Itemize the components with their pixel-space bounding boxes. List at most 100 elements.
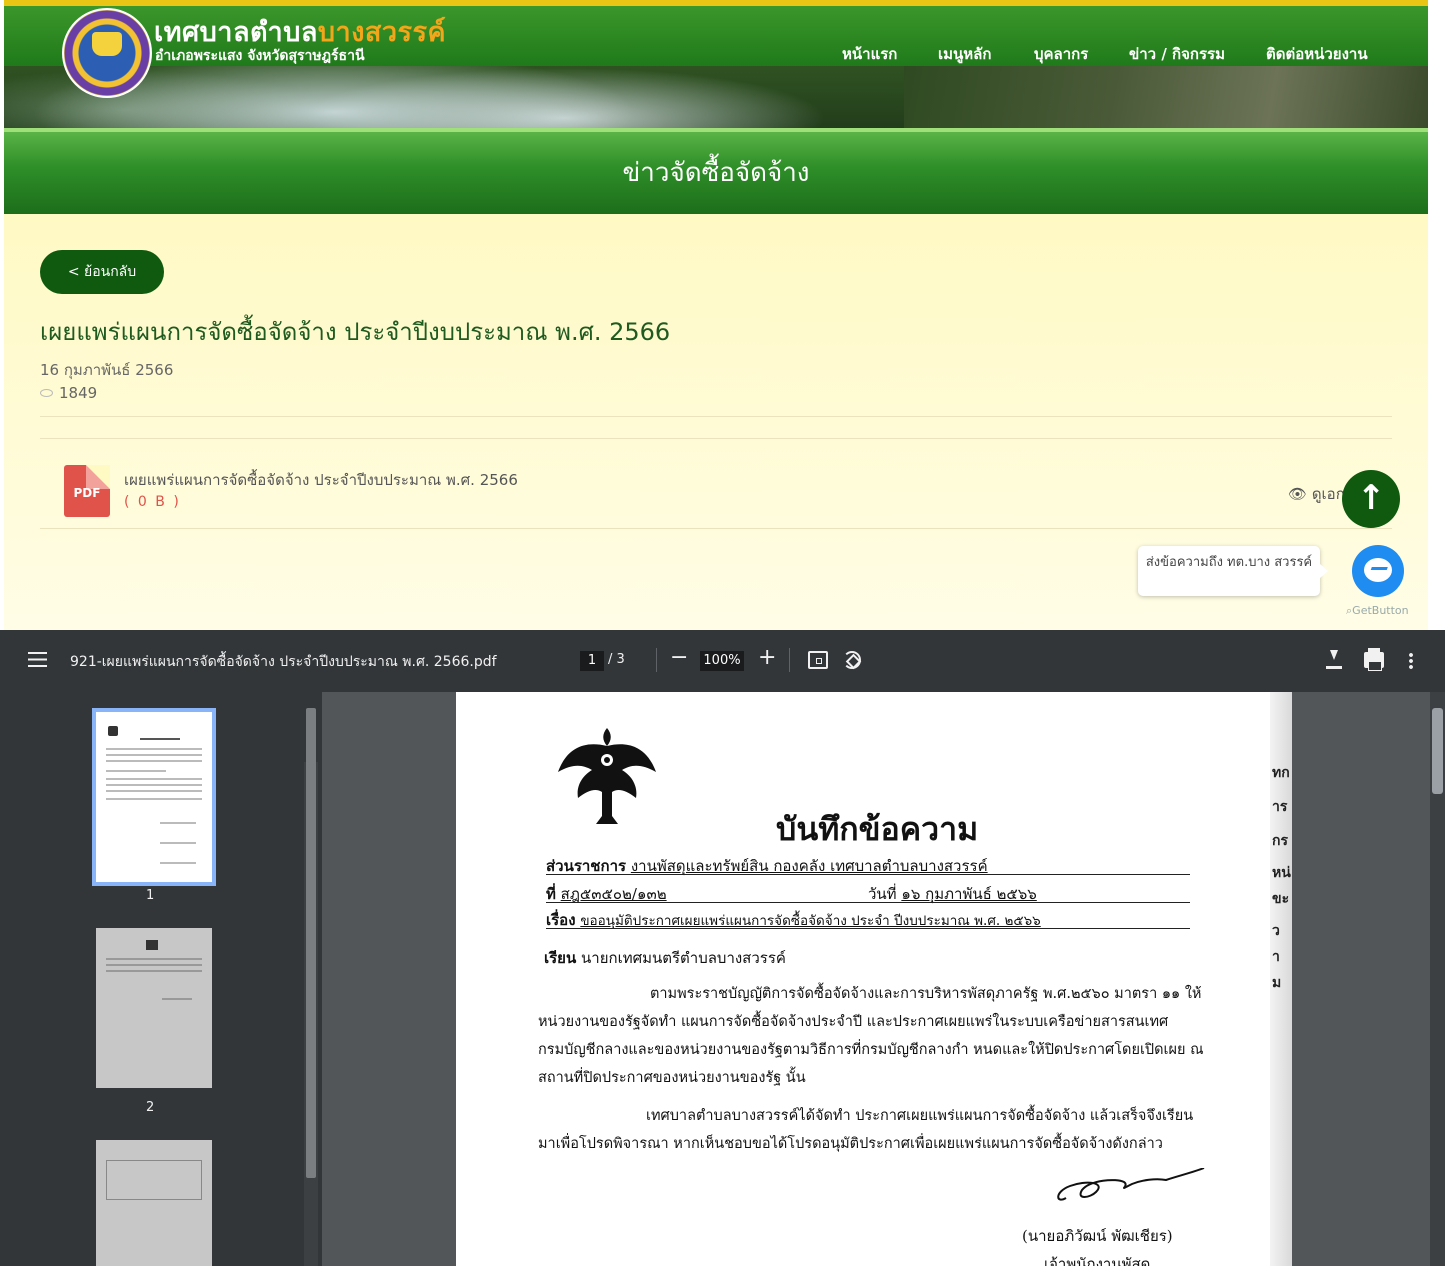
page-thumbnail[interactable] bbox=[96, 1140, 212, 1266]
thumb-line bbox=[160, 842, 196, 844]
adjacent-page-text: า bbox=[1272, 949, 1280, 965]
paragraph-line: ตามพระราชบัญญัติการจัดซื้อจัดจ้างและการบ… bbox=[650, 986, 1202, 1002]
messenger-chat-button[interactable] bbox=[1352, 545, 1404, 597]
article-title: เผยแพร่แผนการจัดซื้อจัดจ้าง ประจำปีงบประ… bbox=[40, 318, 671, 346]
paragraph-line: สถานที่ปิดประกาศของหน่วยงานของรัฐ นั้น bbox=[538, 1070, 806, 1086]
adjacent-page-text: หน่ bbox=[1272, 865, 1291, 881]
thumb-line bbox=[106, 778, 202, 780]
back-button[interactable]: < ย้อนกลับ bbox=[40, 250, 164, 294]
view-document-label: ดูเอก bbox=[1311, 485, 1345, 503]
view-count: 1849 bbox=[40, 384, 97, 402]
thumb-line bbox=[106, 760, 202, 762]
nav-home[interactable]: หน้าแรก bbox=[842, 42, 897, 66]
thumb-line bbox=[106, 958, 202, 960]
memo-paragraph-2: เทศบาลตำบลบางสวรรค์ได้จัดทำ ประกาศเผยแพร… bbox=[538, 1102, 1218, 1158]
site-subtitle: อำเภอพระแสง จังหวัดสุราษฎร์ธานี bbox=[155, 48, 365, 64]
thumb-table bbox=[106, 1160, 202, 1200]
divider bbox=[40, 438, 1392, 439]
thumbnail-scrollbar-thumb[interactable] bbox=[306, 708, 316, 1178]
adjacent-page-text: ม bbox=[1272, 975, 1282, 991]
thumb-line bbox=[140, 738, 180, 740]
thumb-line bbox=[160, 862, 196, 864]
thumb-line bbox=[106, 748, 202, 750]
date-value: ๑๖ กุมภาพันธ์ ๒๕๖๖ bbox=[901, 885, 1037, 903]
page-number-input[interactable]: 1 bbox=[580, 651, 604, 671]
page-thumbnail[interactable] bbox=[92, 708, 216, 886]
thumb-line bbox=[106, 770, 166, 772]
toolbar-divider bbox=[789, 648, 790, 672]
chat-prompt-bubble[interactable]: ส่งข้อความถึง ทต.บาง สวรรค์ bbox=[1138, 546, 1328, 596]
thumb-line bbox=[160, 822, 196, 824]
to-value: นายกเทศมนตรีตำบลบางสวรรค์ bbox=[581, 949, 786, 967]
site-title-accent: บางสวรรค์ bbox=[317, 17, 447, 48]
paragraph-line: เทศบาลตำบลบางสวรรค์ได้จัดทำ ประกาศเผยแพร… bbox=[646, 1108, 1194, 1124]
paragraph-line: มาเพื่อโปรดพิจารณา หากเห็นชอบขอได้โปรดอน… bbox=[538, 1136, 1163, 1152]
thumb-line bbox=[106, 970, 202, 972]
document-scrollbar-thumb[interactable] bbox=[1432, 708, 1443, 794]
scroll-to-top-button[interactable]: ↑ bbox=[1342, 470, 1400, 528]
pdf-viewer: 921-เผยแพร่แผนการจัดซื้อจัดจ้าง ประจำปีง… bbox=[0, 630, 1445, 1266]
attachment-size: ( 0 B ) bbox=[124, 494, 181, 510]
nav-personnel[interactable]: บุคลากร bbox=[1034, 42, 1088, 66]
subject-label: เรื่อง bbox=[546, 911, 576, 929]
site-header: เทศบาลตำบลบางสวรรค์ อำเภอพระแสง จังหวัดส… bbox=[4, 0, 1428, 128]
nav-main-menu[interactable]: เมนูหลัก bbox=[938, 42, 991, 66]
thumbnail-label: 1 bbox=[146, 888, 155, 903]
signature-image bbox=[1057, 1168, 1205, 1201]
pdf-toolbar: 921-เผยแพร่แผนการจัดซื้อจัดจ้าง ประจำปีง… bbox=[0, 630, 1445, 692]
thumb-line bbox=[106, 798, 202, 800]
pdf-file-icon[interactable]: PDF bbox=[64, 465, 110, 517]
adjacent-page-text: ขะ bbox=[1272, 891, 1290, 907]
ref-label: ที่ bbox=[546, 885, 556, 903]
agency-value: งานพัสดุและทรัพย์สิน กองคลัง เทศบาลตำบลบ… bbox=[630, 857, 988, 875]
date-label: วันที่ bbox=[868, 885, 897, 903]
getbutton-label: GetButton bbox=[1352, 604, 1409, 617]
garuda-icon bbox=[146, 940, 158, 950]
agency-label: ส่วนราชการ bbox=[546, 857, 627, 875]
thumbnail-label: 2 bbox=[146, 1100, 155, 1115]
rotate-icon[interactable] bbox=[843, 651, 861, 669]
pdf-icon-label: PDF bbox=[73, 486, 101, 500]
underline bbox=[546, 902, 1190, 903]
paragraph-line: หน่วยงานของรัฐจัดทำ แผนการจัดซื้อจัดจ้าง… bbox=[538, 1014, 1169, 1030]
zoom-out-button[interactable]: − bbox=[670, 646, 688, 670]
menu-icon[interactable] bbox=[28, 652, 47, 667]
view-count-value: 1849 bbox=[59, 384, 98, 402]
article-date: 16 กุมภาพันธ์ 2566 bbox=[40, 361, 174, 379]
thumbnail-sidebar: 1 2 bbox=[0, 692, 322, 1266]
print-icon[interactable] bbox=[1364, 648, 1384, 671]
garuda-icon bbox=[108, 726, 118, 736]
eye-icon: 👁 bbox=[1288, 485, 1312, 503]
nav-contact[interactable]: ติดต่อหน่วยงาน bbox=[1266, 42, 1368, 66]
subject-value: ขออนุมัติประกาศเผยแพร่แผนการจัดซื้อจัดจ้… bbox=[580, 913, 1041, 929]
pdf-page: บันทึกข้อความ ส่วนราชการ งานพัสดุและทรัพ… bbox=[456, 692, 1292, 1266]
page-thumbnail[interactable] bbox=[96, 928, 212, 1088]
memo-to: เรียน นายกเทศมนตรีตำบลบางสวรรค์ bbox=[544, 946, 786, 970]
signer-position: เจ้าพนักงานพัสดุ bbox=[1044, 1255, 1151, 1266]
adjacent-page-text: ทก bbox=[1272, 765, 1290, 781]
pdf-filename: 921-เผยแพร่แผนการจัดซื้อจัดจ้าง ประจำปีง… bbox=[70, 654, 497, 670]
thumb-line bbox=[106, 964, 202, 966]
download-icon[interactable] bbox=[1326, 650, 1342, 670]
view-document-link[interactable]: 👁 ดูเอก bbox=[1288, 482, 1345, 506]
header-photo bbox=[904, 66, 1428, 128]
attachment-name[interactable]: เผยแพร่แผนการจัดซื้อจัดจ้าง ประจำปีงบประ… bbox=[124, 468, 518, 492]
underline bbox=[546, 928, 1190, 929]
adjacent-page-text: ว bbox=[1272, 923, 1280, 939]
underline bbox=[546, 874, 1190, 875]
signer-name: (นายอภิวัฒน์ พัฒเชียร) bbox=[1022, 1227, 1173, 1245]
section-title: ข่าวจัดซื้อจัดจ้าง bbox=[622, 158, 810, 188]
municipality-logo[interactable] bbox=[62, 8, 152, 98]
zoom-in-button[interactable]: + bbox=[758, 646, 776, 670]
getbutton-link[interactable]: ⌕GetButton bbox=[1346, 604, 1409, 618]
adjacent-page-text: าร bbox=[1272, 799, 1288, 815]
memo-paragraph-1: ตามพระราชบัญญัติการจัดซื้อจัดจ้างและการบ… bbox=[538, 980, 1218, 1092]
fit-to-page-icon[interactable] bbox=[808, 651, 828, 669]
eye-icon bbox=[40, 389, 53, 397]
zoom-level-input[interactable]: 100% bbox=[700, 651, 744, 671]
more-options-icon[interactable] bbox=[1409, 652, 1413, 670]
arrow-up-icon: ↑ bbox=[1356, 478, 1386, 518]
thumb-line bbox=[106, 754, 202, 756]
nav-news-activities[interactable]: ข่าว / กิจกรรม bbox=[1129, 42, 1225, 66]
divider bbox=[40, 528, 1392, 529]
